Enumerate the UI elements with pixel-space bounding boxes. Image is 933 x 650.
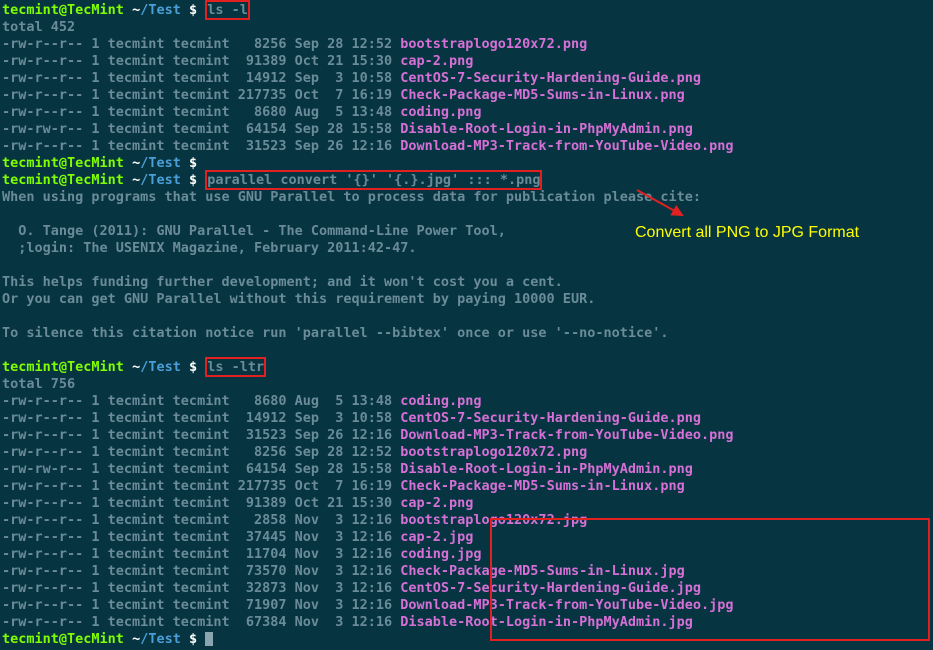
file-row: -rw-r--r-- 1 tecmint tecmint 37445 Nov 3… (2, 529, 931, 546)
output-line: ;login: The USENIX Magazine, February 20… (2, 240, 931, 257)
file-name: CentOS-7-Security-Hardening-Guide.png (400, 70, 701, 86)
output-line: This helps funding further development; … (2, 274, 931, 291)
file-name: bootstraplogo120x72.jpg (400, 512, 587, 528)
file-row: -rw-r--r-- 1 tecmint tecmint 8680 Aug 5 … (2, 104, 931, 121)
file-row: -rw-r--r-- 1 tecmint tecmint 14912 Sep 3… (2, 70, 931, 87)
file-name: coding.png (400, 104, 481, 120)
file-row: -rw-r--r-- 1 tecmint tecmint 73570 Nov 3… (2, 563, 931, 580)
file-name: cap-2.png (400, 53, 473, 69)
file-row: -rw-r--r-- 1 tecmint tecmint 2858 Nov 3 … (2, 512, 931, 529)
file-row: -rw-r--r-- 1 tecmint tecmint 8256 Sep 28… (2, 444, 931, 461)
output-line (2, 257, 931, 274)
file-perms: -rw-r--r-- 1 tecmint tecmint 8256 Sep 28… (2, 444, 400, 460)
file-listing-3b: -rw-r--r-- 1 tecmint tecmint 2858 Nov 3 … (2, 512, 931, 631)
file-perms: -rw-r--r-- 1 tecmint tecmint 67384 Nov 3… (2, 614, 400, 630)
prompt-line-3[interactable]: tecmint@TecMint ~/Test $ ls -ltr (2, 359, 931, 376)
file-listing-1: -rw-r--r-- 1 tecmint tecmint 8256 Sep 28… (2, 36, 931, 155)
file-name: Disable-Root-Login-in-PhpMyAdmin.png (400, 461, 693, 477)
output-line (2, 308, 931, 325)
parallel-output: When using programs that use GNU Paralle… (2, 189, 931, 342)
cmd3: ls -ltr (207, 359, 264, 375)
file-perms: -rw-r--r-- 1 tecmint tecmint 217735 Oct … (2, 87, 400, 103)
file-perms: -rw-r--r-- 1 tecmint tecmint 73570 Nov 3… (2, 563, 400, 579)
total-3: total 756 (2, 376, 931, 393)
dollar: $ (181, 2, 205, 18)
file-perms: -rw-rw-r-- 1 tecmint tecmint 64154 Sep 2… (2, 121, 400, 137)
file-row: -rw-r--r-- 1 tecmint tecmint 11704 Nov 3… (2, 546, 931, 563)
terminal-output: tecmint@TecMint ~/Test $ ls -l total 452… (2, 2, 931, 648)
output-line: Or you can get GNU Parallel without this… (2, 291, 931, 308)
file-perms: -rw-r--r-- 1 tecmint tecmint 217735 Oct … (2, 478, 400, 494)
file-perms: -rw-r--r-- 1 tecmint tecmint 14912 Sep 3… (2, 410, 400, 426)
output-line (2, 206, 931, 223)
cmd3-box: ls -ltr (205, 357, 266, 377)
annotation-text: Convert all PNG to JPG Format (635, 224, 859, 241)
file-row: -rw-r--r-- 1 tecmint tecmint 217735 Oct … (2, 87, 931, 104)
prompt-line-2[interactable]: tecmint@TecMint ~/Test $ parallel conver… (2, 172, 931, 189)
file-row: -rw-r--r-- 1 tecmint tecmint 14912 Sep 3… (2, 410, 931, 427)
file-name: Download-MP3-Track-from-YouTube-Video.pn… (400, 427, 733, 443)
file-name: Check-Package-MD5-Sums-in-Linux.png (400, 87, 684, 103)
file-row: -rw-r--r-- 1 tecmint tecmint 31523 Sep 2… (2, 427, 931, 444)
file-name: CentOS-7-Security-Hardening-Guide.jpg (400, 580, 701, 596)
cmd1-box: ls -l (205, 0, 250, 20)
cmd2-box: parallel convert '{}' '{.}.jpg' ::: *.pn… (205, 170, 542, 190)
arrow-icon (634, 187, 694, 227)
total-1: total 452 (2, 19, 931, 36)
path-tilde: ~ (132, 2, 140, 18)
file-perms: -rw-r--r-- 1 tecmint tecmint 71907 Nov 3… (2, 597, 400, 613)
file-perms: -rw-r--r-- 1 tecmint tecmint 91389 Oct 2… (2, 53, 400, 69)
file-perms: -rw-r--r-- 1 tecmint tecmint 14912 Sep 3… (2, 70, 400, 86)
file-name: Disable-Root-Login-in-PhpMyAdmin.png (400, 121, 693, 137)
file-name: Check-Package-MD5-Sums-in-Linux.jpg (400, 563, 684, 579)
prompt-line-4[interactable]: tecmint@TecMint ~/Test $ (2, 631, 931, 648)
cursor (205, 632, 213, 646)
blank-line (2, 342, 931, 359)
file-perms: -rw-rw-r-- 1 tecmint tecmint 64154 Sep 2… (2, 461, 400, 477)
prompt-line-1[interactable]: tecmint@TecMint ~/Test $ ls -l (2, 2, 931, 19)
file-row: -rw-r--r-- 1 tecmint tecmint 32873 Nov 3… (2, 580, 931, 597)
file-perms: -rw-r--r-- 1 tecmint tecmint 8256 Sep 28… (2, 36, 400, 52)
file-perms: -rw-r--r-- 1 tecmint tecmint 37445 Nov 3… (2, 529, 400, 545)
file-row: -rw-r--r-- 1 tecmint tecmint 71907 Nov 3… (2, 597, 931, 614)
output-line: To silence this citation notice run 'par… (2, 325, 931, 342)
file-perms: -rw-r--r-- 1 tecmint tecmint 8680 Aug 5 … (2, 393, 400, 409)
cmd2: parallel convert '{}' '{.}.jpg' ::: *.pn… (207, 172, 540, 188)
file-row: -rw-r--r-- 1 tecmint tecmint 91389 Oct 2… (2, 53, 931, 70)
file-name: CentOS-7-Security-Hardening-Guide.png (400, 410, 701, 426)
file-row: -rw-rw-r-- 1 tecmint tecmint 64154 Sep 2… (2, 121, 931, 138)
file-row: -rw-r--r-- 1 tecmint tecmint 31523 Sep 2… (2, 138, 931, 155)
file-row: -rw-r--r-- 1 tecmint tecmint 8680 Aug 5 … (2, 393, 931, 410)
file-name: coding.png (400, 393, 481, 409)
file-row: -rw-r--r-- 1 tecmint tecmint 8256 Sep 28… (2, 36, 931, 53)
file-perms: -rw-r--r-- 1 tecmint tecmint 2858 Nov 3 … (2, 512, 400, 528)
file-perms: -rw-r--r-- 1 tecmint tecmint 8680 Aug 5 … (2, 104, 400, 120)
file-name: Disable-Root-Login-in-PhpMyAdmin.jpg (400, 614, 693, 630)
file-name: coding.jpg (400, 546, 481, 562)
user-host: tecmint@TecMint (2, 2, 124, 18)
file-listing-3a: -rw-r--r-- 1 tecmint tecmint 8680 Aug 5 … (2, 393, 931, 512)
file-perms: -rw-r--r-- 1 tecmint tecmint 31523 Sep 2… (2, 138, 400, 154)
file-name: Check-Package-MD5-Sums-in-Linux.png (400, 478, 684, 494)
file-name: cap-2.jpg (400, 529, 473, 545)
file-perms: -rw-r--r-- 1 tecmint tecmint 32873 Nov 3… (2, 580, 400, 596)
file-perms: -rw-r--r-- 1 tecmint tecmint 11704 Nov 3… (2, 546, 400, 562)
output-line: When using programs that use GNU Paralle… (2, 189, 931, 206)
file-name: Download-MP3-Track-from-YouTube-Video.pn… (400, 138, 733, 154)
file-row: -rw-rw-r-- 1 tecmint tecmint 64154 Sep 2… (2, 461, 931, 478)
file-name: cap-2.png (400, 495, 473, 511)
file-name: bootstraplogo120x72.png (400, 36, 587, 52)
file-row: -rw-r--r-- 1 tecmint tecmint 67384 Nov 3… (2, 614, 931, 631)
file-perms: -rw-r--r-- 1 tecmint tecmint 91389 Oct 2… (2, 495, 400, 511)
file-perms: -rw-r--r-- 1 tecmint tecmint 31523 Sep 2… (2, 427, 400, 443)
file-row: -rw-r--r-- 1 tecmint tecmint 217735 Oct … (2, 478, 931, 495)
cmd1: ls -l (207, 2, 248, 18)
file-name: Download-MP3-Track-from-YouTube-Video.jp… (400, 597, 733, 613)
file-name: bootstraplogo120x72.png (400, 444, 587, 460)
file-row: -rw-r--r-- 1 tecmint tecmint 91389 Oct 2… (2, 495, 931, 512)
path-dir: /Test (140, 2, 181, 18)
